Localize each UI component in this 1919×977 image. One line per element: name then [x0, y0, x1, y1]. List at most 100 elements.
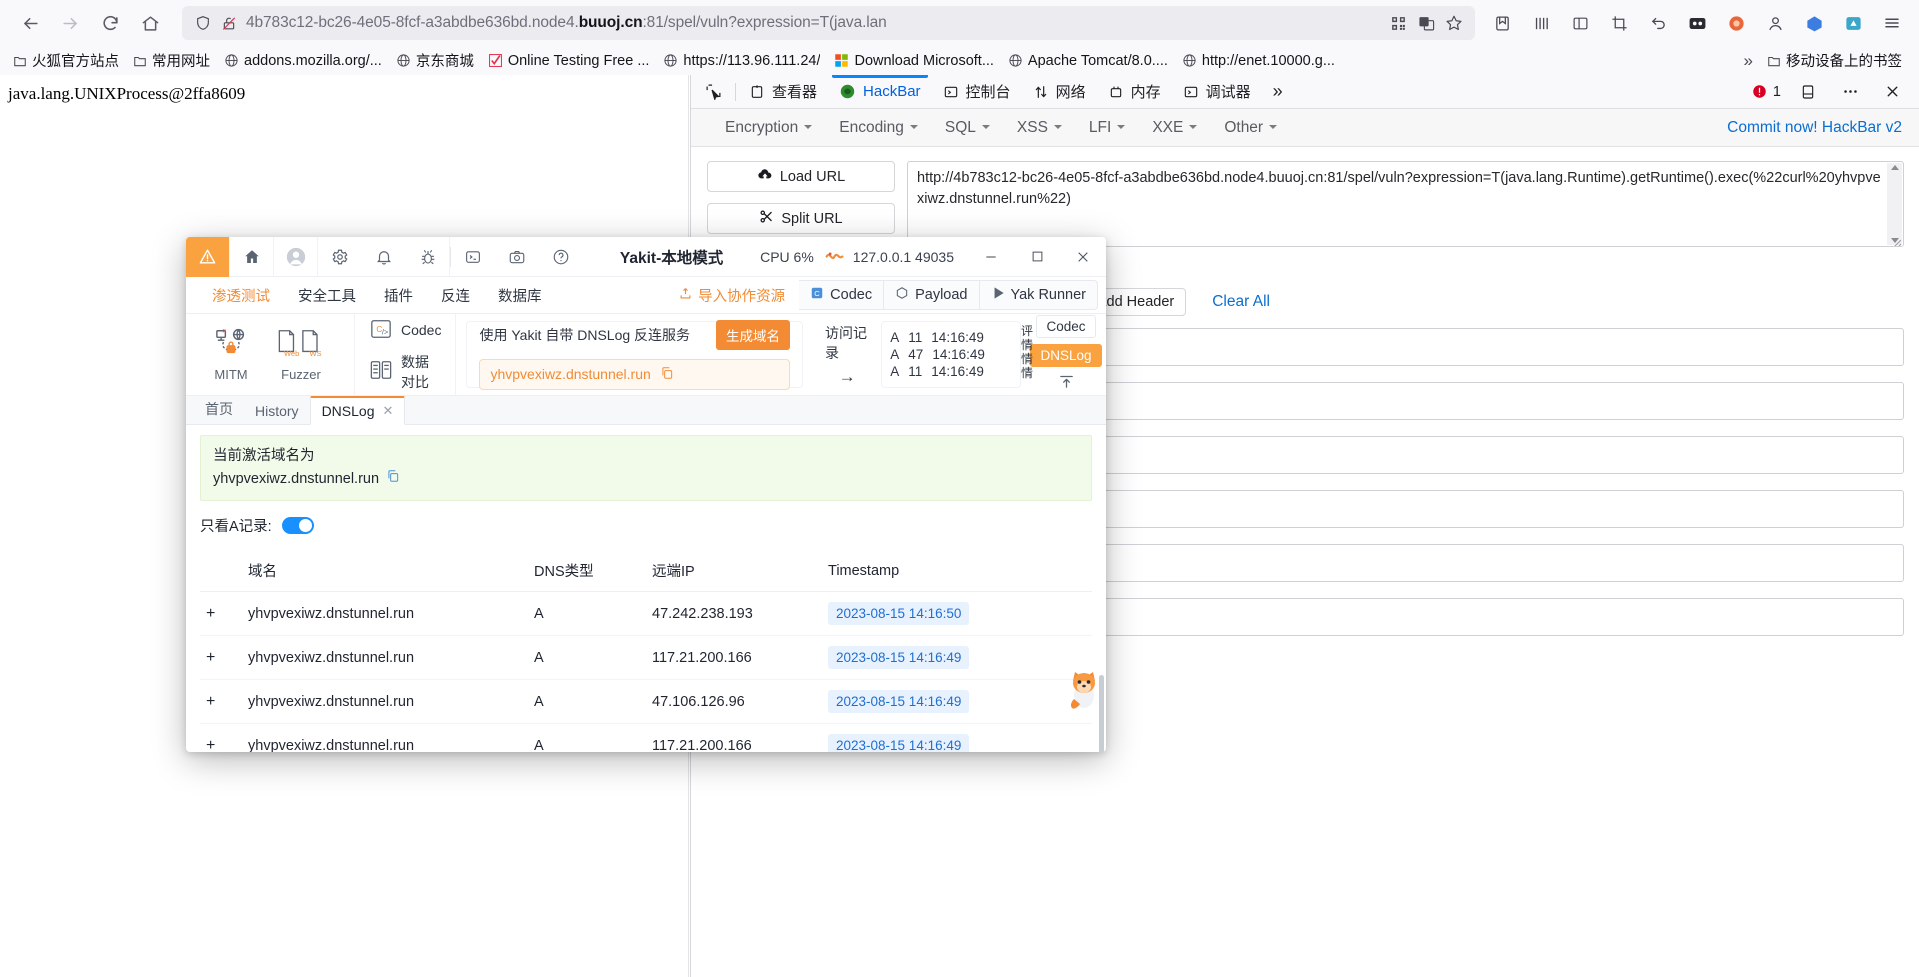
warning-triangle-icon[interactable]	[186, 237, 230, 277]
save-icon[interactable]	[1483, 6, 1521, 40]
menu-reverse[interactable]: 反连	[427, 285, 484, 306]
account-icon[interactable]	[1756, 6, 1794, 40]
bookmark-item[interactable]: http://enet.10000.g...	[1175, 50, 1342, 72]
hackbar-menu-lfi[interactable]: LFI	[1077, 114, 1137, 142]
extension-orange-icon[interactable]	[1717, 6, 1755, 40]
menu-database[interactable]: 数据库	[484, 285, 556, 306]
hackbar-menu-encryption[interactable]: Encryption	[713, 114, 824, 142]
close-icon[interactable]	[1873, 75, 1911, 109]
dock-icon[interactable]	[1789, 75, 1827, 109]
row-expand-button[interactable]: +	[200, 591, 242, 636]
pill-codec[interactable]: C Codec	[799, 280, 885, 310]
row-expand-button[interactable]: +	[200, 679, 242, 724]
visit-records-group[interactable]: 访问记录 →	[813, 314, 881, 395]
tab-memory[interactable]: 内存	[1097, 75, 1172, 109]
split-url-button[interactable]: Split URL	[707, 203, 895, 234]
collapse-up-icon[interactable]	[1058, 373, 1075, 395]
rail-dnslog-button[interactable]: DNSLog	[1030, 343, 1102, 367]
bookmark-item[interactable]: 常用网址	[126, 47, 217, 74]
bookmark-item[interactable]: addons.mozilla.org/...	[217, 50, 389, 72]
quick-tool-fuzzer[interactable]: Web WS Fuzzer	[262, 327, 340, 382]
url-text[interactable]: 4b783c12-bc26-4e05-8fcf-a3abdbe636bd.nod…	[242, 14, 1385, 32]
menu-security-tools[interactable]: 安全工具	[284, 285, 370, 306]
textarea-scrollbar[interactable]	[1887, 163, 1902, 245]
hackbar-commit-link[interactable]: Commit now! HackBar v2	[1727, 119, 1902, 137]
terminal-icon[interactable]	[451, 237, 495, 277]
bookmark-item[interactable]: 京东商城	[389, 47, 481, 74]
reload-icon[interactable]	[90, 6, 130, 40]
bell-icon[interactable]	[362, 237, 406, 277]
rail-codec-button[interactable]: Codec	[1036, 314, 1096, 338]
back-icon[interactable]	[10, 6, 50, 40]
hackbar-menu-other[interactable]: Other	[1212, 114, 1289, 142]
extension-teal-icon[interactable]	[1834, 6, 1872, 40]
quick-tool-mitm[interactable]: x MITM	[200, 327, 262, 382]
library-icon[interactable]	[1522, 6, 1560, 40]
table-row[interactable]: + yhvpvexiwz.dnstunnel.run A 47.106.126.…	[200, 679, 1092, 724]
clear-all-link[interactable]: Clear All	[1212, 293, 1270, 311]
home-icon[interactable]	[230, 237, 274, 277]
close-small-icon[interactable]: ✕	[382, 403, 393, 419]
scroll-up-icon[interactable]	[1890, 165, 1899, 170]
hackbar-menu-sql[interactable]: SQL	[933, 114, 1002, 142]
devtools-overflow-button[interactable]: »	[1262, 75, 1294, 109]
import-collab-resource-button[interactable]: 导入协作资源	[678, 285, 785, 306]
copy-icon[interactable]	[386, 468, 400, 491]
user-avatar-icon[interactable]	[274, 237, 318, 277]
bookmark-item[interactable]: Online Testing Free ...	[481, 50, 657, 72]
hackbar-menu-encoding[interactable]: Encoding	[827, 114, 930, 142]
generate-domain-button[interactable]: 生成域名	[716, 319, 791, 350]
menu-plugins[interactable]: 插件	[370, 285, 427, 306]
tab-home[interactable]: 首页	[194, 394, 244, 424]
quick-item-diff[interactable]: 数据对比	[369, 352, 441, 392]
tab-history[interactable]: History	[244, 398, 310, 424]
more-options-icon[interactable]	[1831, 75, 1869, 109]
url-textarea[interactable]: http://4b783c12-bc26-4e05-8fcf-a3abdbe63…	[907, 161, 1904, 247]
url-bar[interactable]: 4b783c12-bc26-4e05-8fcf-a3abdbe636bd.nod…	[182, 6, 1475, 40]
sidebar-icon[interactable]	[1561, 6, 1599, 40]
tab-debugger[interactable]: 调试器	[1172, 75, 1262, 109]
yakit-titlebar[interactable]: Yakit-本地模式 CPU 6% 127.0.0.1 49035	[186, 237, 1106, 277]
bookmark-item[interactable]: 火狐官方站点	[6, 47, 126, 74]
hackbar-menu-xxe[interactable]: XXE	[1140, 114, 1209, 142]
forward-icon[interactable]	[50, 6, 90, 40]
undo-icon[interactable]	[1639, 6, 1677, 40]
lock-broken-icon[interactable]	[216, 10, 242, 36]
table-row[interactable]: + yhvpvexiwz.dnstunnel.run A 117.21.200.…	[200, 635, 1092, 680]
bookmark-item[interactable]: Apache Tomcat/8.0....	[1001, 50, 1175, 72]
pill-yak-runner[interactable]: Yak Runner	[979, 280, 1098, 310]
hackbar-menu-xss[interactable]: XSS	[1005, 114, 1074, 142]
tab-console[interactable]: 控制台	[932, 75, 1022, 109]
shield-icon[interactable]	[190, 10, 216, 36]
copy-icon[interactable]	[660, 366, 674, 383]
hamburger-menu-icon[interactable]	[1873, 6, 1911, 40]
qr-code-icon[interactable]	[1385, 10, 1411, 36]
star-icon[interactable]	[1441, 10, 1467, 36]
bookmarks-overflow-button[interactable]: »	[1737, 48, 1760, 74]
row-expand-button[interactable]: +	[200, 635, 242, 680]
table-row[interactable]: + yhvpvexiwz.dnstunnel.run A 47.242.238.…	[200, 591, 1092, 636]
row-expand-button[interactable]: +	[200, 723, 242, 752]
tab-network[interactable]: 网络	[1022, 75, 1097, 109]
tab-dnslog[interactable]: DNSLog ✕	[309, 396, 406, 425]
generated-domain-chip[interactable]: yhvpvexiwz.dnstunnel.run	[479, 358, 791, 390]
extension-blue-icon[interactable]	[1795, 6, 1833, 40]
gear-icon[interactable]	[318, 237, 362, 277]
extension-dark-icon[interactable]	[1678, 6, 1716, 40]
close-icon[interactable]	[1060, 237, 1106, 277]
translate-icon[interactable]	[1413, 10, 1439, 36]
minimize-icon[interactable]	[968, 237, 1014, 277]
error-count-badge[interactable]: 1	[1748, 84, 1785, 100]
mobile-bookmarks-item[interactable]: 移动设备上的书签	[1760, 47, 1909, 74]
resize-handle[interactable]	[1892, 235, 1902, 246]
quick-item-codec[interactable]: C/> Codec	[369, 318, 441, 343]
menu-pentest[interactable]: 渗透测试	[198, 285, 284, 306]
maximize-icon[interactable]	[1014, 237, 1060, 277]
home-icon[interactable]	[130, 6, 170, 40]
bug-icon[interactable]	[406, 237, 450, 277]
bookmark-item[interactable]: Download Microsoft...	[827, 50, 1000, 72]
table-row[interactable]: + yhvpvexiwz.dnstunnel.run A 117.21.200.…	[200, 723, 1092, 752]
tab-hackbar[interactable]: HackBar	[828, 74, 932, 109]
load-url-button[interactable]: Load URL	[707, 161, 895, 192]
only-a-records-toggle[interactable]	[281, 517, 314, 534]
